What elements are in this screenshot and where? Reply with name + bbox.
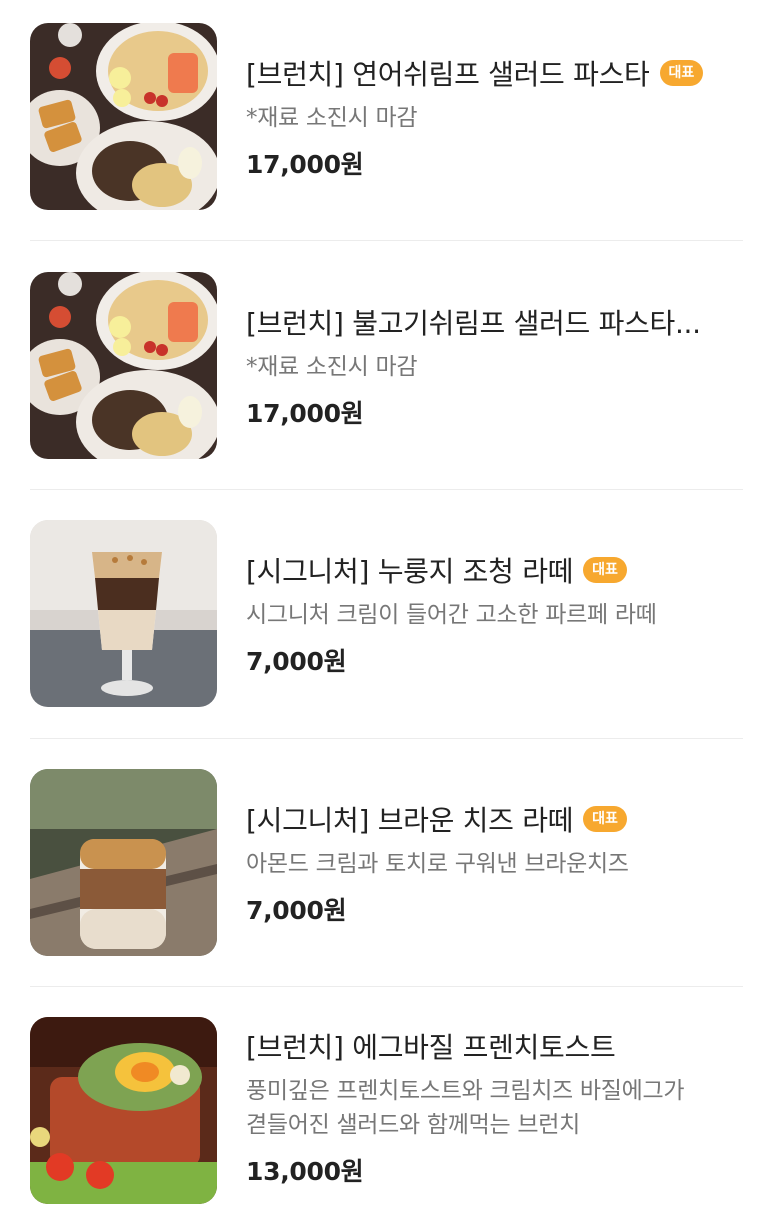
menu-item-description: 아몬드 크림과 토치로 구워낸 브라운치즈 <box>246 851 629 877</box>
menu-item-info: [브런치] 에그바질 프렌치토스트 풍미깊은 프렌치토스트와 크림치즈 바질에그… <box>246 1017 746 1188</box>
egg-basil-french-toast-photo <box>30 1017 217 1204</box>
menu-item-info: [시그니처] 브라운 치즈 라떼 대표 아몬드 크림과 토치로 구워낸 브라운치… <box>246 769 746 927</box>
menu-item-title: [시그니처] 브라운 치즈 라떼 <box>246 804 574 837</box>
signature-badge: 대표 <box>659 60 704 86</box>
divider <box>30 240 743 241</box>
title-row: [브런치] 불고기쉬림프 샐러드 파스타... <box>246 300 746 344</box>
menu-item-description: *재료 소진시 마감 <box>246 354 418 380</box>
menu-item-price: 7,000원 <box>246 896 347 925</box>
menu-item-salmon-pasta[interactable]: [브런치] 연어쉬림프 샐러드 파스타 대표 *재료 소진시 마감 17,000… <box>0 23 773 271</box>
menu-item-title: [브런치] 에그바질 프렌치토스트 <box>246 1031 616 1064</box>
menu-item-description: *재료 소진시 마감 <box>246 105 418 131</box>
bulgogi-shrimp-salad-pasta-photo <box>30 272 217 459</box>
menu-item-price: 17,000원 <box>246 150 364 179</box>
divider <box>30 489 743 490</box>
menu-item-price: 17,000원 <box>246 399 364 428</box>
brown-cheese-latte-photo <box>30 769 217 956</box>
title-row: [시그니처] 누룽지 조청 라떼 대표 <box>246 548 746 592</box>
menu-item-price: 13,000원 <box>246 1157 364 1186</box>
nurungji-latte-photo <box>30 520 217 707</box>
salmon-shrimp-salad-pasta-photo <box>30 23 217 210</box>
signature-badge: 대표 <box>583 557 627 583</box>
menu-item-title: [브런치] 불고기쉬림프 샐러드 파스타... <box>246 307 701 340</box>
menu-item-description: 풍미깊은 프렌치토스트와 크림치즈 바질에그가 겯들어진 샐러드와 함께먹는 브… <box>246 1078 685 1138</box>
divider <box>30 986 743 987</box>
menu-item-price: 7,000원 <box>246 647 347 676</box>
menu-item-nurungji-latte[interactable]: [시그니처] 누룽지 조청 라떼 대표 시그니처 크림이 들어간 고소한 파르페… <box>0 520 773 768</box>
menu-list: [브런치] 연어쉬림프 샐러드 파스타 대표 *재료 소진시 마감 17,000… <box>0 0 773 1230</box>
menu-item-title: [브런치] 연어쉬림프 샐러드 파스타 <box>246 58 650 91</box>
menu-item-bulgogi-pasta[interactable]: [브런치] 불고기쉬림프 샐러드 파스타... *재료 소진시 마감 17,00… <box>0 272 773 520</box>
divider <box>30 738 743 739</box>
title-row: [브런치] 연어쉬림프 샐러드 파스타 대표 <box>246 51 746 95</box>
menu-item-egg-basil-toast[interactable]: [브런치] 에그바질 프렌치토스트 풍미깊은 프렌치토스트와 크림치즈 바질에그… <box>0 1017 773 1230</box>
menu-item-description: 시그니처 크림이 들어간 고소한 파르페 라떼 <box>246 602 657 628</box>
signature-badge: 대표 <box>583 806 627 832</box>
menu-item-info: [브런치] 불고기쉬림프 샐러드 파스타... *재료 소진시 마감 17,00… <box>246 272 746 430</box>
title-row: [브런치] 에그바질 프렌치토스트 <box>246 1024 746 1068</box>
title-row: [시그니처] 브라운 치즈 라떼 대표 <box>246 797 746 841</box>
menu-item-info: [시그니처] 누룽지 조청 라떼 대표 시그니처 크림이 들어간 고소한 파르페… <box>246 520 746 678</box>
menu-item-brown-cheese-latte[interactable]: [시그니처] 브라운 치즈 라떼 대표 아몬드 크림과 토치로 구워낸 브라운치… <box>0 769 773 1017</box>
menu-item-title: [시그니처] 누룽지 조청 라떼 <box>246 555 574 588</box>
menu-item-info: [브런치] 연어쉬림프 샐러드 파스타 대표 *재료 소진시 마감 17,000… <box>246 23 746 181</box>
